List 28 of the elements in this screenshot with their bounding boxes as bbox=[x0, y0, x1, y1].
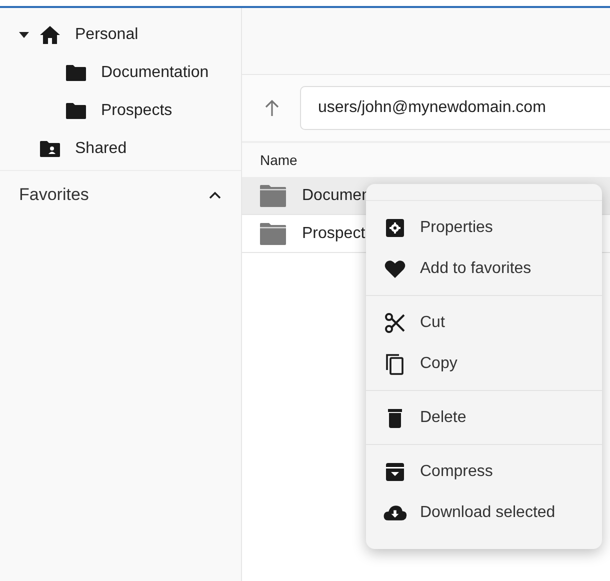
menu-item[interactable]: Cut bbox=[366, 302, 602, 343]
heart-icon bbox=[383, 258, 407, 278]
folder-icon bbox=[259, 222, 287, 246]
menu-item[interactable]: Download selected bbox=[366, 492, 602, 533]
menu-item[interactable]: Copy bbox=[366, 343, 602, 384]
tree-item[interactable]: Prospects bbox=[0, 92, 241, 130]
folder-icon bbox=[65, 102, 87, 120]
shared-folder-icon bbox=[39, 140, 61, 158]
menu-item[interactable]: Compress bbox=[366, 451, 602, 492]
chevron-icon[interactable] bbox=[209, 191, 221, 199]
archive-icon bbox=[383, 462, 407, 482]
cloud-download-icon bbox=[383, 504, 407, 522]
address-field[interactable]: users/john@mynewdomain.com bbox=[300, 86, 610, 130]
tree-item[interactable]: Shared bbox=[0, 130, 241, 168]
scissors-icon bbox=[383, 312, 407, 334]
menu-item[interactable]: Add to favorites bbox=[366, 248, 602, 289]
folder-icon bbox=[65, 64, 87, 82]
menu-item[interactable]: Properties bbox=[366, 207, 602, 248]
tree-item[interactable]: Personal bbox=[0, 16, 241, 54]
tree-item[interactable]: Documentation bbox=[0, 54, 241, 92]
gear-icon bbox=[383, 218, 407, 238]
menu-item[interactable]: Delete bbox=[366, 397, 602, 438]
section-title: Favorites bbox=[19, 185, 89, 205]
column-header[interactable]: Name bbox=[260, 152, 298, 168]
folder-icon bbox=[259, 184, 287, 208]
caret-icon[interactable] bbox=[19, 32, 29, 38]
arrow-up-icon[interactable] bbox=[264, 99, 280, 117]
home-icon bbox=[39, 25, 61, 45]
